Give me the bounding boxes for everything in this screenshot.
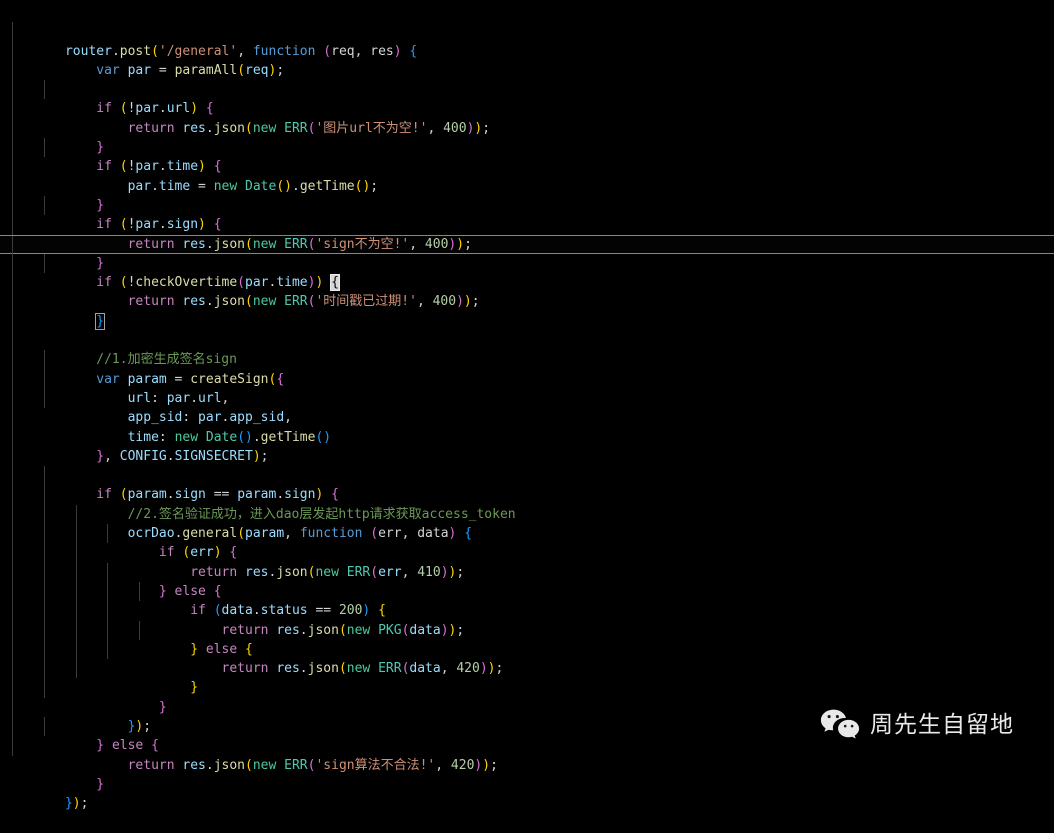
code-line-text: } xyxy=(96,255,105,271)
code-line-text: if (data.status == 200) { xyxy=(190,603,386,619)
matching-bracket: } xyxy=(95,312,106,330)
code-line-text: if (err) { xyxy=(158,545,238,561)
code-editor[interactable]: router.post('/general', function (req, r… xyxy=(0,0,1054,811)
code-line-text: } else { xyxy=(158,583,222,599)
code-line-text: if (!par.sign) { xyxy=(96,217,222,233)
code-line-text: } xyxy=(96,140,105,156)
indent-guides xyxy=(0,3,1054,22)
code-line-text: } else { xyxy=(190,641,253,657)
code-line-text: if (!par.time) { xyxy=(96,159,222,175)
code-line-text: } xyxy=(96,197,105,213)
code-line-text: return res.json(new ERR(err, 410)); xyxy=(190,564,465,580)
code-line-text: } xyxy=(65,312,106,330)
indent-guides xyxy=(0,22,1054,42)
code-line-text: //2.签名验证成功，进入dao层发起http请求获取access_token xyxy=(65,507,516,522)
code-line-text: app_sid: par.app_sid, xyxy=(127,410,292,426)
code-line-text: }); xyxy=(127,718,152,734)
code-line-text: time: new Date().getTime() xyxy=(127,429,332,445)
code-comment: //1.加密生成签名sign xyxy=(96,352,237,368)
code-line-text: var param = createSign({ xyxy=(96,371,285,387)
code-line[interactable]: router.post('/general', function (req, r… xyxy=(0,3,1054,59)
code-line-text: }, CONFIG.SIGNSECRET); xyxy=(96,448,269,464)
code-line[interactable]: return res.json(new ERR('图片url不为空!', 400… xyxy=(0,80,1054,136)
code-line-text: if (param.sign == param.sign) { xyxy=(96,487,339,503)
code-line-text: } xyxy=(96,776,105,792)
indent-guides xyxy=(0,253,1054,274)
indent-guides xyxy=(0,195,1054,216)
code-line-text: return res.json(new ERR('sign算法不合法!', 42… xyxy=(127,757,498,773)
code-line-text: }); xyxy=(64,796,89,812)
code-line[interactable]: return res.json(new ERR('sign不为空!', 400)… xyxy=(0,195,1054,252)
code-line-text: var par = paramAll(req); xyxy=(96,62,285,78)
code-line-text: return res.json(new ERR(data, 420)); xyxy=(221,661,504,677)
code-line-text: return res.json(new ERR('图片url不为空!', 400… xyxy=(127,120,491,136)
code-line-text: router.post('/general', function (req, r… xyxy=(64,43,418,59)
code-line-text: if (!checkOvertime(par.time)) { xyxy=(96,274,340,292)
indent-guides xyxy=(0,331,1054,351)
wechat-icon xyxy=(820,708,860,742)
code-line-text: url: par.url, xyxy=(127,390,230,406)
code-line-text: ocrDao.general(param, function (err, dat… xyxy=(127,526,473,542)
indent-guides xyxy=(0,80,1054,100)
indent-guides xyxy=(0,466,1054,486)
code-line-text: par.time = new Date().getTime(); xyxy=(127,178,379,194)
code-comment: //2.签名验证成功，进入dao层发起http请求获取access_token xyxy=(127,506,516,522)
code-line[interactable]: par.time = new Date().getTime(); xyxy=(0,138,1054,194)
code-line-text: //1.加密生成签名sign xyxy=(65,352,237,367)
code-line-text: if (!par.url) { xyxy=(96,101,214,117)
watermark: 周先生自留地 xyxy=(820,708,1014,742)
code-line-text: return res.json(new ERR('sign不为空!', 400)… xyxy=(127,236,472,252)
code-line[interactable]: return res.json(new ERR('时间戳已过期!', 400))… xyxy=(0,253,1054,309)
code-line[interactable]: var par = paramAll(req); xyxy=(0,22,1054,78)
code-line[interactable]: //1.加密生成签名sign xyxy=(0,311,1054,367)
code-viewport[interactable]: router.post('/general', function (req, r… xyxy=(0,3,1054,811)
code-line-text: return res.json(new PKG(data)); xyxy=(221,622,465,638)
code-line[interactable]: var param = createSign({ xyxy=(0,331,1054,387)
code-line-text: } else { xyxy=(96,738,159,754)
code-line-text: } xyxy=(158,699,167,715)
indent-guides xyxy=(0,138,1054,158)
code-line-text: return res.json(new ERR('时间戳已过期!', 400))… xyxy=(127,294,480,310)
code-line[interactable]: //2.签名验证成功，进入dao层发起http请求获取access_token xyxy=(0,466,1054,522)
indent-guides xyxy=(0,311,1054,332)
text-cursor: { xyxy=(330,274,340,292)
code-line-text: } xyxy=(190,680,199,696)
watermark-label: 周先生自留地 xyxy=(870,711,1014,738)
